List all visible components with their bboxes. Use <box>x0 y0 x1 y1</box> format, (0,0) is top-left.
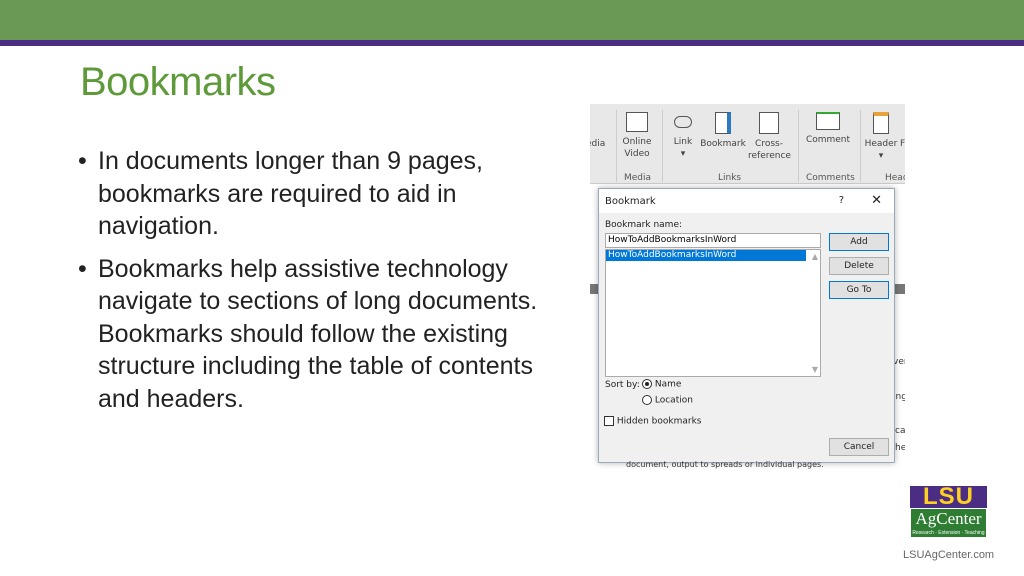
group-media: Media <box>624 173 652 183</box>
header-button[interactable]: Header ▾ <box>864 112 898 162</box>
sort-location-radio[interactable]: Location <box>642 395 693 406</box>
list-item[interactable]: HowToAddBookmarksInWord <box>606 250 806 261</box>
ribbon-media-partial[interactable]: edia <box>590 138 605 150</box>
online-video-button[interactable]: Online Video <box>622 112 652 160</box>
group-comments: Comments <box>806 173 855 183</box>
add-button[interactable]: Add <box>829 233 889 251</box>
cross-reference-icon <box>759 112 779 134</box>
dialog-title: Bookmark <box>605 196 656 207</box>
radio-icon <box>642 395 652 405</box>
sort-name-radio[interactable]: Name <box>642 379 681 390</box>
bookmark-name-label: Bookmark name: <box>605 220 683 230</box>
goto-button[interactable]: Go To <box>829 281 889 299</box>
bookmark-name-input[interactable]: HowToAddBookmarksInWord <box>605 233 821 248</box>
link-button[interactable]: Link ▾ <box>672 112 694 160</box>
link-icon <box>674 116 692 128</box>
cross-reference-button[interactable]: Cross-reference <box>748 112 791 162</box>
bullet-list: In documents longer than 9 pages, bookma… <box>75 145 555 425</box>
video-icon <box>626 112 648 132</box>
header-icon <box>873 112 889 134</box>
sort-by-label: Sort by: <box>605 380 640 390</box>
dialog-titlebar: Bookmark ? ✕ <box>599 189 894 213</box>
delete-button[interactable]: Delete <box>829 257 889 275</box>
bookmark-dialog: Bookmark ? ✕ Bookmark name: HowToAddBook… <box>598 188 895 463</box>
doc-text: ca <box>895 426 905 436</box>
website-url: LSUAgCenter.com <box>903 549 995 561</box>
checkbox-icon <box>604 416 614 426</box>
lsu-agcenter-logo: LSU AgCenter Research · Extension · Teach… <box>910 485 987 538</box>
word-screenshot: edia Online Video Media Link▾ Bookmark C… <box>590 104 905 472</box>
doc-text: he <box>895 443 905 453</box>
group-links: Links <box>718 173 742 183</box>
bookmark-button[interactable]: Bookmark <box>700 112 746 150</box>
accent-stripe <box>0 40 1024 46</box>
scroll-up-icon[interactable]: ▲ <box>812 252 818 261</box>
hidden-bookmarks-checkbox[interactable]: Hidden bookmarks <box>604 416 702 427</box>
top-bar <box>0 0 1024 40</box>
group-header: Head <box>885 173 905 183</box>
comment-button[interactable]: Comment <box>804 112 852 146</box>
bookmark-icon <box>715 112 731 134</box>
scroll-down-icon[interactable]: ▼ <box>812 365 818 374</box>
slide-title: Bookmarks <box>80 60 276 104</box>
bullet-item: Bookmarks help assistive technology navi… <box>75 253 555 416</box>
bullet-item: In documents longer than 9 pages, bookma… <box>75 145 555 243</box>
bookmark-list[interactable]: HowToAddBookmarksInWord ▲ ▼ <box>605 249 821 377</box>
comment-icon <box>816 112 840 130</box>
ribbon: edia Online Video Media Link▾ Bookmark C… <box>590 104 905 184</box>
doc-text: document, output to spreads or individua… <box>626 460 824 469</box>
cancel-button[interactable]: Cancel <box>829 438 889 456</box>
close-button[interactable]: ✕ <box>871 193 882 208</box>
help-button[interactable]: ? <box>839 195 844 206</box>
radio-checked-icon <box>642 379 652 389</box>
footer-button-partial[interactable]: F <box>900 138 905 150</box>
